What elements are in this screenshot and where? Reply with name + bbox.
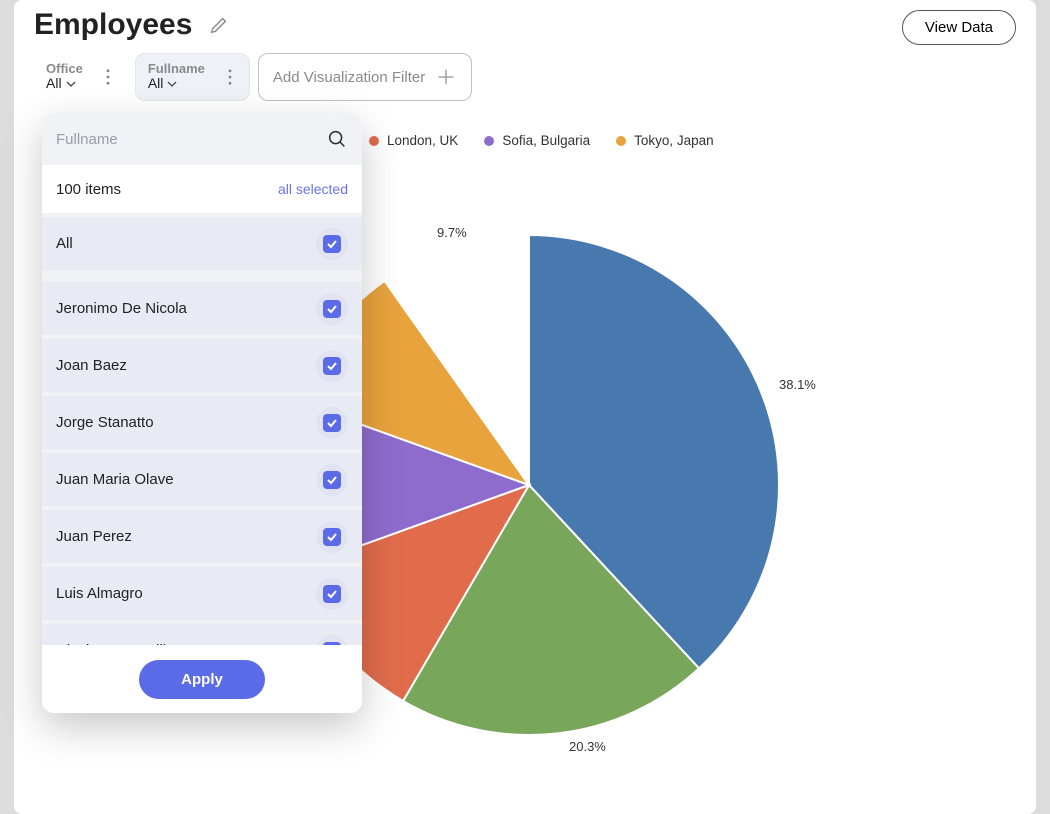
chart-legend: London, UK Sofia, Bulgaria Tokyo, Japan	[369, 133, 714, 148]
checkbox[interactable]	[316, 228, 348, 260]
checkbox[interactable]	[316, 578, 348, 610]
slice-label: 38.1%	[779, 377, 816, 392]
checkbox[interactable]	[316, 350, 348, 382]
dropdown-item-label: All	[56, 235, 73, 252]
dropdown-item-label: Jeronimo De Nicola	[56, 300, 187, 317]
slice-label: 9.7%	[437, 225, 467, 240]
dropdown-item-label: Jorge Stanatto	[56, 414, 154, 431]
dropdown-item-label: Juan Perez	[56, 528, 132, 545]
dropdown-title: Fullname	[56, 131, 118, 148]
checkbox[interactable]	[316, 635, 348, 646]
edit-icon[interactable]	[208, 14, 230, 36]
page-title: Employees	[34, 8, 192, 42]
dropdown-item[interactable]: Nicolas Favarelli	[42, 624, 362, 645]
legend-label: Sofia, Bulgaria	[502, 133, 590, 148]
dropdown-item[interactable]: Jorge Stanatto	[42, 396, 362, 449]
dropdown-count: 100 items	[56, 181, 121, 198]
add-filter-label: Add Visualization Filter	[273, 69, 425, 86]
checkbox[interactable]	[316, 464, 348, 496]
filter-fullname-label: Fullname	[148, 62, 205, 76]
filter-office-label: Office	[46, 62, 83, 76]
dropdown-item[interactable]: Luis Almagro	[42, 567, 362, 620]
legend-swatch	[616, 136, 626, 146]
legend-swatch	[484, 136, 494, 146]
legend-item[interactable]: Sofia, Bulgaria	[484, 133, 590, 148]
filter-office-menu[interactable]	[101, 68, 115, 86]
chevron-down-icon	[167, 79, 177, 89]
legend-label: Tokyo, Japan	[634, 133, 714, 148]
add-filter-button[interactable]: Add Visualization Filter	[258, 53, 472, 101]
checkbox[interactable]	[316, 407, 348, 439]
view-data-button[interactable]: View Data	[902, 10, 1016, 45]
legend-label: London, UK	[387, 133, 458, 148]
filter-chip-office[interactable]: Office All	[34, 53, 127, 101]
chevron-down-icon	[66, 79, 76, 89]
slice-label: 20.3%	[569, 739, 606, 754]
filter-fullname-value: All	[148, 76, 164, 91]
filter-office-value: All	[46, 76, 62, 91]
dropdown-item-label: Juan Maria Olave	[56, 471, 174, 488]
fullname-dropdown: Fullname 100 items all selected All Jeron…	[42, 113, 362, 713]
filter-chip-fullname[interactable]: Fullname All	[135, 53, 250, 101]
legend-item[interactable]: Tokyo, Japan	[616, 133, 714, 148]
dropdown-item[interactable]: Joan Baez	[42, 339, 362, 392]
search-icon[interactable]	[326, 128, 348, 150]
legend-swatch	[369, 136, 379, 146]
plus-icon	[435, 66, 457, 88]
checkbox[interactable]	[316, 293, 348, 325]
dropdown-item-label: Joan Baez	[56, 357, 127, 374]
legend-item[interactable]: London, UK	[369, 133, 458, 148]
dropdown-item[interactable]: Juan Maria Olave	[42, 453, 362, 506]
dropdown-item[interactable]: Jeronimo De Nicola	[42, 282, 362, 335]
dropdown-item-label: Luis Almagro	[56, 585, 143, 602]
dropdown-item-all[interactable]: All	[42, 217, 362, 270]
checkbox[interactable]	[316, 521, 348, 553]
dropdown-item[interactable]: Juan Perez	[42, 510, 362, 563]
filter-fullname-menu[interactable]	[223, 68, 237, 86]
apply-button[interactable]: Apply	[139, 660, 265, 699]
dropdown-all-selected[interactable]: all selected	[278, 181, 348, 197]
